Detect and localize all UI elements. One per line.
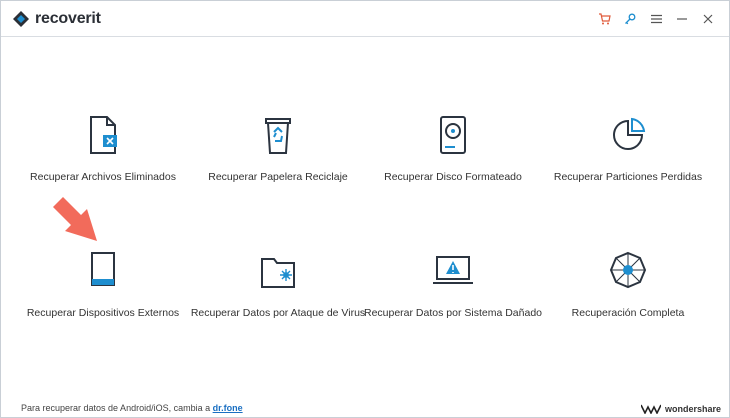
drfone-link[interactable]: dr.fone xyxy=(213,403,243,413)
tile-label: Recuperar Papelera Reciclaje xyxy=(208,171,348,183)
app-title: recoverit xyxy=(35,10,101,28)
formatted-disk-icon xyxy=(440,116,466,154)
cart-icon[interactable] xyxy=(591,10,617,28)
menu-icon[interactable] xyxy=(643,10,669,28)
deleted-file-icon xyxy=(90,116,117,154)
tile-formatted-disk[interactable]: Recuperar Disco Formateado xyxy=(363,113,543,183)
footer-note: Para recuperar datos de Android/iOS, cam… xyxy=(21,403,243,413)
app-window: recoverit Recuperar Archivos Eliminados … xyxy=(0,0,730,418)
tile-label: Recuperar Datos por Sistema Dañado xyxy=(363,307,542,319)
app-title-part1: recover xyxy=(35,10,92,27)
title-bar: recoverit xyxy=(1,1,729,37)
tile-label: Recuperar Dispositivos Externos xyxy=(26,307,180,319)
tile-deleted-files[interactable]: Recuperar Archivos Eliminados xyxy=(13,113,193,183)
external-device-icon xyxy=(91,252,115,286)
tile-label: Recuperar Particiones Perdidas xyxy=(553,171,703,183)
tile-label: Recuperación Completa xyxy=(571,307,685,319)
tile-label: Recuperar Disco Formateado xyxy=(384,171,522,183)
annotation-arrow-icon xyxy=(53,197,97,241)
close-icon[interactable] xyxy=(695,10,721,28)
tile-virus-attack[interactable]: Recuperar Datos por Ataque de Virus xyxy=(188,249,368,319)
recoverit-logo-icon xyxy=(13,11,29,27)
tile-all-around-recovery[interactable]: Recuperación Completa xyxy=(538,249,718,319)
recycle-bin-icon xyxy=(265,118,291,154)
tile-crashed-system[interactable]: Recuperar Datos por Sistema Dañado xyxy=(363,249,543,319)
app-title-part2: it xyxy=(91,10,101,27)
tile-label: Recuperar Datos por Ataque de Virus xyxy=(190,307,366,319)
key-icon[interactable] xyxy=(617,10,643,28)
all-around-recovery-icon xyxy=(609,251,647,289)
crashed-system-icon xyxy=(433,256,473,284)
tile-recycle-bin[interactable]: Recuperar Papelera Reciclaje xyxy=(188,113,368,183)
app-logo: recoverit xyxy=(13,9,101,29)
virus-attack-icon xyxy=(261,258,295,288)
minimize-icon[interactable] xyxy=(669,10,695,28)
tile-lost-partitions[interactable]: Recuperar Particiones Perdidas xyxy=(538,113,718,183)
tile-label: Recuperar Archivos Eliminados xyxy=(30,171,176,183)
toolbar-icons xyxy=(591,10,721,28)
tile-external-devices[interactable]: Recuperar Dispositivos Externos xyxy=(13,249,193,319)
wondershare-logo-icon xyxy=(640,404,661,414)
lost-partition-icon xyxy=(613,117,646,150)
brand-name: wondershare xyxy=(664,404,721,414)
wondershare-brand: wondershare xyxy=(640,404,721,414)
footer-text: Para recuperar datos de Android/iOS, cam… xyxy=(21,403,213,413)
